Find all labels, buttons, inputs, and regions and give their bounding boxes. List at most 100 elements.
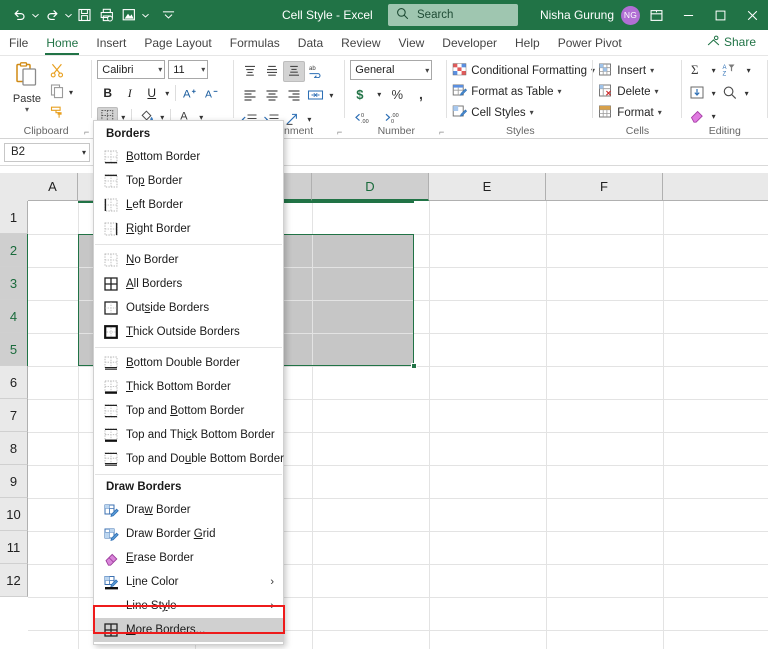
search-input[interactable]: Search	[388, 4, 518, 26]
menu-item-right-border[interactable]: Right Border	[94, 217, 283, 241]
fill-dropdown-icon[interactable]: ▾	[710, 89, 718, 98]
copy-dropdown-icon[interactable]: ▾	[67, 88, 75, 97]
tab-view[interactable]: View	[390, 31, 434, 55]
autosum-button[interactable]: Σ	[687, 60, 708, 81]
menu-item-draw-border-grid[interactable]: Draw Border Grid	[94, 522, 283, 546]
decrease-font-size-button[interactable]: A	[202, 83, 223, 104]
tab-file[interactable]: File	[0, 31, 37, 55]
find-and-select-dropdown-icon[interactable]: ▾	[743, 89, 751, 98]
wrap-text-button[interactable]: ab	[306, 61, 328, 82]
comma-style-button[interactable]: ,	[412, 84, 433, 105]
tab-developer[interactable]: Developer	[433, 31, 506, 55]
align-top-button[interactable]	[239, 61, 260, 82]
touch-mouse-mode-icon[interactable]	[118, 4, 140, 26]
menu-item-no-border[interactable]: No Border	[94, 248, 283, 272]
cell-styles-button[interactable]: Cell Styles ▾	[452, 102, 534, 123]
minimize-icon[interactable]	[672, 0, 704, 30]
menu-item-thick-bottom-border[interactable]: Thick Bottom Border	[94, 375, 283, 399]
underline-button[interactable]: U	[141, 83, 162, 104]
merge-dropdown-icon[interactable]: ▾	[327, 91, 335, 100]
orientation-dropdown-icon[interactable]: ▾	[305, 115, 313, 124]
tab-data[interactable]: Data	[289, 31, 332, 55]
currency-dropdown-icon[interactable]: ▾	[375, 90, 383, 99]
insert-cells-button[interactable]: Insert ▾	[598, 60, 654, 81]
number-format-combo[interactable]: General ▾	[350, 60, 433, 80]
menu-item-all-borders[interactable]: All Borders	[94, 272, 283, 296]
clipboard-dialog-launcher-icon[interactable]: ⌐	[84, 127, 89, 137]
menu-item-top-border[interactable]: Top Border	[94, 169, 283, 193]
underline-dropdown-icon[interactable]: ▾	[163, 89, 171, 98]
number-format-dropdown-icon[interactable]: ▾	[422, 66, 429, 75]
currency-button[interactable]: $	[350, 84, 371, 105]
align-bottom-button[interactable]	[283, 60, 306, 82]
copy-button[interactable]: ▾	[49, 83, 75, 102]
row-header-5[interactable]: 5	[0, 333, 28, 366]
number-dialog-launcher-icon[interactable]: ⌐	[439, 127, 444, 137]
redo-dropdown-icon[interactable]	[63, 4, 74, 26]
row-header-9[interactable]: 9	[0, 465, 28, 498]
close-icon[interactable]	[736, 0, 768, 30]
row-header-4[interactable]: 4	[0, 300, 28, 333]
alignment-dialog-launcher-icon[interactable]: ⌐	[337, 127, 342, 137]
font-size-combo[interactable]: 11 ▾	[168, 60, 209, 79]
name-box[interactable]: B2 ▾	[4, 142, 90, 162]
tab-review[interactable]: Review	[332, 31, 389, 55]
bold-button[interactable]: B	[97, 83, 118, 104]
column-header-e[interactable]: E	[429, 173, 546, 201]
row-header-2[interactable]: 2	[0, 234, 28, 267]
autosum-dropdown-icon[interactable]: ▾	[710, 66, 718, 75]
tab-help[interactable]: Help	[506, 31, 549, 55]
column-header-g[interactable]	[663, 173, 768, 201]
align-right-button[interactable]	[283, 85, 304, 106]
italic-button[interactable]: I	[119, 83, 140, 104]
row-header-1[interactable]: 1	[0, 201, 28, 234]
column-header-a[interactable]: A	[28, 173, 78, 201]
tab-page-layout[interactable]: Page Layout	[135, 31, 220, 55]
sort-and-filter-button[interactable]: AZ	[720, 60, 743, 81]
format-painter-button[interactable]	[49, 104, 75, 123]
menu-item-left-border[interactable]: Left Border	[94, 193, 283, 217]
row-header-10[interactable]: 10	[0, 498, 28, 531]
column-header-f[interactable]: F	[546, 173, 663, 201]
conditional-formatting-button[interactable]: Conditional Formatting ▾	[452, 60, 595, 81]
share-button[interactable]: Share	[701, 32, 762, 52]
fill-button[interactable]	[687, 83, 708, 104]
menu-item-line-color[interactable]: Line Color ›	[94, 570, 283, 594]
avatar[interactable]: NG	[621, 5, 640, 25]
paste-button[interactable]: Paste ▾	[5, 59, 49, 114]
format-as-table-button[interactable]: Format as Table ▾	[452, 81, 562, 102]
row-header-11[interactable]: 11	[0, 531, 28, 564]
format-cells-dropdown-icon[interactable]: ▾	[658, 108, 662, 117]
ribbon-display-options-icon[interactable]	[640, 0, 672, 30]
align-left-button[interactable]	[239, 85, 260, 106]
sort-and-filter-dropdown-icon[interactable]: ▾	[745, 66, 753, 75]
menu-item-bottom-border[interactable]: Bottom Border	[94, 145, 283, 169]
save-as-icon[interactable]	[74, 4, 96, 26]
quick-print-icon[interactable]	[96, 4, 118, 26]
cut-button[interactable]	[49, 62, 75, 81]
name-box-dropdown-icon[interactable]: ▾	[82, 148, 86, 157]
row-header-6[interactable]: 6	[0, 366, 28, 399]
redo-icon[interactable]	[41, 4, 63, 26]
menu-item-top-and-thick-bottom-border[interactable]: Top and Thick Bottom Border	[94, 423, 283, 447]
menu-item-more-borders[interactable]: More Borders...	[94, 618, 283, 642]
menu-item-bottom-double-border[interactable]: Bottom Double Border	[94, 351, 283, 375]
menu-item-outside-borders[interactable]: Outside Borders	[94, 296, 283, 320]
menu-item-line-style[interactable]: Line Style ›	[94, 594, 283, 618]
tab-formulas[interactable]: Formulas	[221, 31, 289, 55]
format-as-table-dropdown-icon[interactable]: ▾	[558, 87, 562, 96]
find-and-select-button[interactable]	[720, 83, 741, 104]
column-header-d[interactable]: D	[312, 173, 429, 201]
clear-dropdown-icon[interactable]: ▾	[710, 112, 718, 121]
menu-item-erase-border[interactable]: Erase Border	[94, 546, 283, 570]
increase-font-size-button[interactable]: A	[180, 83, 201, 104]
row-header-12[interactable]: 12	[0, 564, 28, 597]
clear-button[interactable]	[687, 106, 708, 127]
row-header-7[interactable]: 7	[0, 399, 28, 432]
format-cells-button[interactable]: Format ▾	[598, 102, 662, 123]
align-center-button[interactable]	[261, 85, 282, 106]
maximize-icon[interactable]	[704, 0, 736, 30]
tab-power-pivot[interactable]: Power Pivot	[549, 31, 631, 55]
delete-cells-button[interactable]: Delete ▾	[598, 81, 659, 102]
undo-icon[interactable]	[8, 4, 30, 26]
